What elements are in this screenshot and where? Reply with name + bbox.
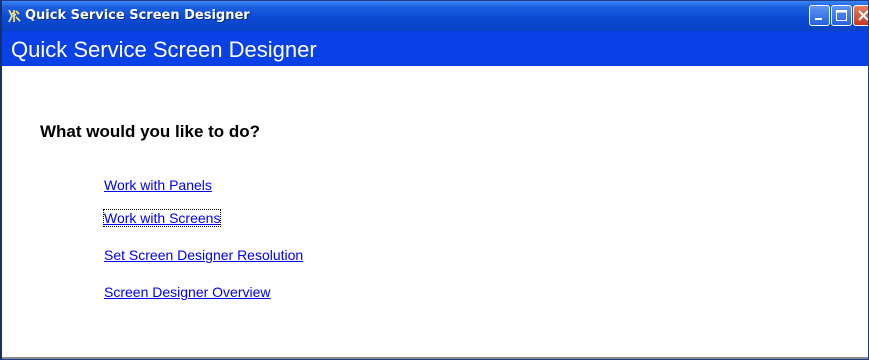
- title-bar[interactable]: Quick Service Screen Designer: [2, 1, 868, 31]
- set-resolution-link[interactable]: Set Screen Designer Resolution: [104, 247, 303, 263]
- minimize-button[interactable]: [809, 5, 830, 26]
- minimize-icon: [815, 18, 822, 20]
- page-title: Quick Service Screen Designer: [11, 37, 317, 62]
- app-header: Quick Service Screen Designer: [2, 31, 868, 66]
- maximize-icon: [836, 10, 847, 21]
- close-icon: [858, 10, 868, 21]
- window-title: Quick Service Screen Designer: [25, 8, 250, 23]
- close-button[interactable]: [853, 5, 868, 26]
- overview-link[interactable]: Screen Designer Overview: [104, 284, 271, 300]
- app-window: Quick Service Screen Designer Quick Serv…: [0, 0, 869, 360]
- work-with-screens-link[interactable]: Work with Screens: [102, 209, 222, 227]
- app-icon: [6, 8, 22, 24]
- prompt-heading: What would you like to do?: [40, 122, 261, 141]
- work-with-panels-link[interactable]: Work with Panels: [104, 177, 212, 193]
- maximize-button[interactable]: [831, 5, 852, 26]
